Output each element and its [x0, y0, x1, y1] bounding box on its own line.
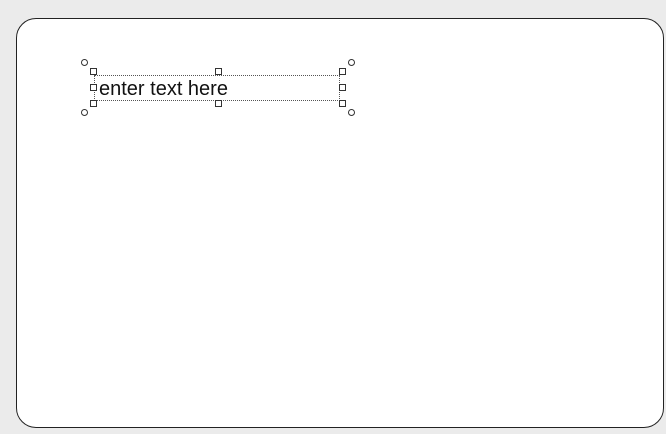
- rotate-handle-bottom-right[interactable]: [348, 109, 355, 116]
- resize-handle-middle-left[interactable]: [90, 84, 97, 91]
- rotate-handle-top-right[interactable]: [348, 59, 355, 66]
- resize-handle-bottom-left[interactable]: [90, 100, 97, 107]
- resize-handle-top-center[interactable]: [215, 68, 222, 75]
- resize-handle-top-left[interactable]: [90, 68, 97, 75]
- canvas-card[interactable]: enter text here: [16, 18, 664, 428]
- text-box[interactable]: enter text here: [94, 75, 340, 101]
- rotate-handle-top-left[interactable]: [81, 59, 88, 66]
- text-box-content[interactable]: enter text here: [99, 77, 228, 101]
- rotate-handle-bottom-left[interactable]: [81, 109, 88, 116]
- resize-handle-middle-right[interactable]: [339, 84, 346, 91]
- resize-handle-bottom-right[interactable]: [339, 100, 346, 107]
- resize-handle-top-right[interactable]: [339, 68, 346, 75]
- resize-handle-bottom-center[interactable]: [215, 100, 222, 107]
